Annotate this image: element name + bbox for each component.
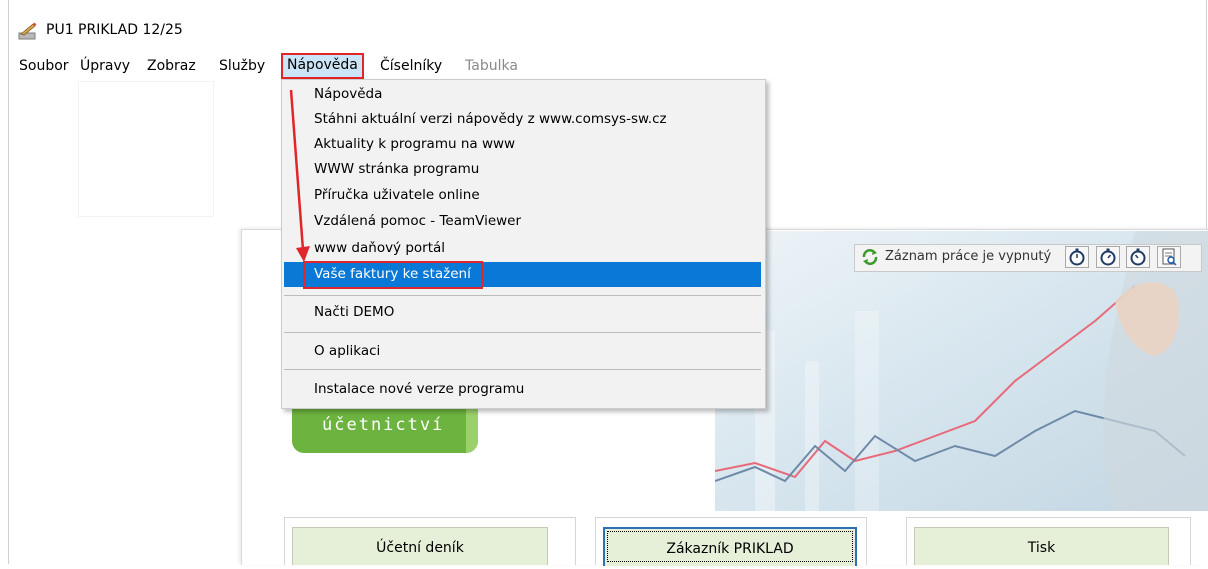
app-icon [18, 22, 38, 40]
dropdown-item-instalace[interactable]: Instalace nové verze programu [314, 377, 524, 401]
stopwatch-button-3[interactable] [1126, 246, 1150, 268]
dropdown-item-aktuality[interactable]: Aktuality k programu na www [314, 132, 515, 156]
menu-tabulka[interactable]: Tabulka [461, 55, 522, 77]
window-title: PU1 PRIKLAD 12/25 [46, 22, 183, 38]
menu-zobraz[interactable]: Zobraz [143, 55, 200, 77]
status-text: Záznam práce je vypnutý [885, 249, 1052, 264]
title-bar [9, 0, 1206, 46]
menu-soubor[interactable]: Soubor [15, 55, 73, 77]
menu-upravy[interactable]: Úpravy [76, 55, 134, 77]
refresh-icon[interactable] [860, 248, 880, 266]
ucetni-denik-button[interactable]: Účetní deník [292, 527, 548, 565]
dropdown-item-stahni-napovedu[interactable]: Stáhni aktuální verzi nápovědy z www.com… [314, 107, 667, 131]
dropdown-item-teamviewer[interactable]: Vzdálená pomoc - TeamViewer [314, 209, 521, 233]
hero-image [715, 231, 1208, 511]
zakaznik-button[interactable]: Zákazník PRIKLAD [603, 527, 857, 566]
dropdown-separator [284, 332, 761, 333]
dropdown-item-prirucka[interactable]: Příručka uživatele online [314, 183, 480, 207]
dropdown-item-nacti-demo[interactable]: Načti DEMO [314, 300, 394, 324]
dropdown-separator [284, 295, 761, 296]
blank-panel [79, 82, 213, 216]
stopwatch-icon [1130, 248, 1146, 266]
dropdown-item-danovy-portal[interactable]: www daňový portál [314, 236, 445, 260]
dropdown-item-www-stranka[interactable]: WWW stránka programu [314, 157, 479, 181]
dropdown-item-napoveda[interactable]: Nápověda [314, 82, 382, 106]
stopwatch-button-2[interactable] [1096, 246, 1120, 268]
menu-ciselniky[interactable]: Číselníky [376, 55, 446, 77]
tisk-button[interactable]: Tisk [914, 527, 1169, 565]
stopwatch-icon [1069, 248, 1085, 266]
stopwatch-button-1[interactable] [1065, 246, 1089, 268]
menu-napoveda[interactable]: Nápověda [281, 53, 364, 79]
menu-sluzby[interactable]: Služby [215, 55, 269, 77]
logo-text: účetnictví [322, 415, 445, 435]
document-search-icon [1162, 248, 1177, 266]
report-button[interactable] [1157, 246, 1181, 268]
stopwatch-icon [1100, 248, 1116, 266]
dropdown-separator [284, 369, 761, 370]
annotation-highlight-box [303, 261, 483, 289]
dropdown-item-o-aplikaci[interactable]: O aplikaci [314, 339, 380, 363]
